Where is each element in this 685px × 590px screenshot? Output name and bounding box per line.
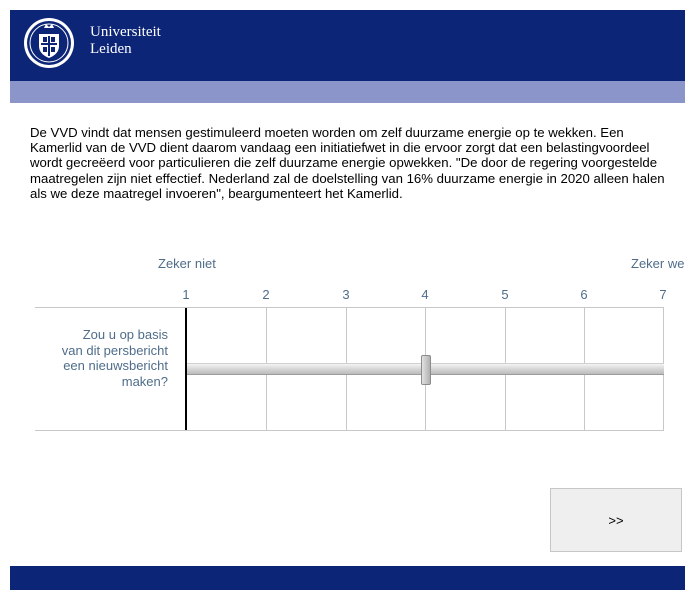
matrix-top-divider	[35, 307, 664, 308]
slider-handle[interactable]	[420, 355, 431, 385]
university-name-line1: Universiteit	[90, 24, 161, 40]
scale-number-5: 5	[501, 287, 509, 302]
scale-number-6: 6	[580, 287, 588, 302]
question-text: De VVD vindt dat mensen gestimuleerd moe…	[30, 125, 665, 201]
header-bar: Universiteit Leiden	[10, 10, 685, 81]
matrix-bottom-divider	[35, 430, 664, 431]
row-question-label: Zou u op basis van dit persbericht een n…	[61, 327, 168, 389]
university-seal-logo	[22, 16, 76, 70]
scale-right-label: Zeker wel	[631, 256, 685, 271]
scale-number-7: 7	[659, 287, 667, 302]
scale-number-1: 1	[182, 287, 190, 302]
university-name: Universiteit Leiden	[90, 24, 161, 58]
scale-number-4: 4	[421, 287, 429, 302]
scale-number-3: 3	[342, 287, 350, 302]
footer-bar	[10, 566, 685, 590]
university-name-line2: Leiden	[90, 41, 132, 57]
header-subbar	[10, 81, 685, 103]
next-button[interactable]: >>	[550, 488, 682, 552]
scale-number-2: 2	[262, 287, 270, 302]
scale-left-label: Zeker niet	[158, 256, 216, 271]
